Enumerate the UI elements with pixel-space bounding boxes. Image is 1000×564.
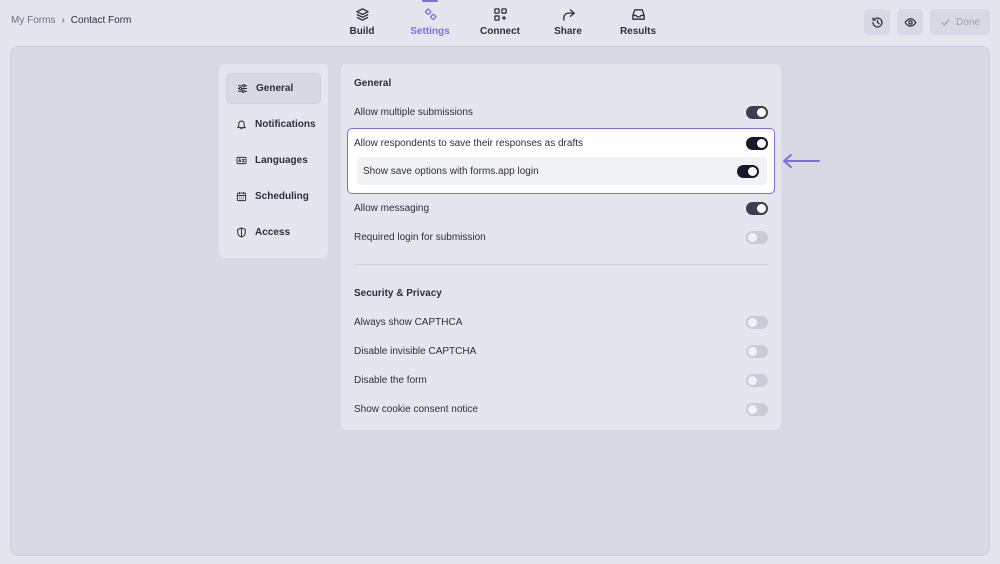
toggle-switch[interactable] bbox=[746, 201, 768, 215]
sidebar-item-label: Languages bbox=[255, 155, 308, 166]
breadcrumb-current: Contact Form bbox=[70, 15, 132, 26]
toggle-switch[interactable] bbox=[737, 164, 759, 178]
security-section-title: Security & Privacy bbox=[354, 288, 442, 299]
bell-icon bbox=[237, 120, 246, 130]
language-icon bbox=[236, 156, 247, 165]
tab-build[interactable]: Build bbox=[337, 0, 387, 46]
setting-always-show-captcha: Always show CAPTHCA bbox=[354, 312, 768, 332]
tab-share-label: Share bbox=[554, 26, 582, 37]
settings-sidebar: General Notifications Languages Scheduli… bbox=[219, 64, 328, 258]
tab-build-label: Build bbox=[349, 26, 375, 37]
toggle-switch[interactable] bbox=[746, 402, 768, 416]
setting-allow-messaging: Allow messaging bbox=[354, 198, 768, 218]
setting-disable-invisible-captcha: Disable invisible CAPTCHA bbox=[354, 341, 768, 361]
section-divider bbox=[354, 264, 768, 265]
toggle-switch[interactable] bbox=[746, 344, 768, 358]
setting-label: Disable invisible CAPTCHA bbox=[354, 345, 477, 357]
setting-save-drafts: Allow respondents to save their response… bbox=[354, 133, 768, 153]
toggle-switch[interactable] bbox=[746, 315, 768, 329]
sidebar-item-label: Notifications bbox=[255, 119, 316, 130]
setting-save-options-login: Show save options with forms.app login bbox=[357, 157, 767, 185]
done-label: Done bbox=[956, 16, 980, 28]
toggle-switch[interactable] bbox=[746, 373, 768, 387]
setting-disable-form: Disable the form bbox=[354, 370, 768, 390]
tab-share[interactable]: Share bbox=[527, 0, 609, 46]
check-icon bbox=[941, 18, 950, 26]
toggle-switch[interactable] bbox=[746, 136, 768, 150]
setting-label: Show cookie consent notice bbox=[354, 403, 478, 415]
setting-allow-multiple-submissions: Allow multiple submissions bbox=[354, 102, 768, 122]
history-button[interactable] bbox=[864, 9, 890, 35]
setting-label: Allow multiple submissions bbox=[354, 106, 473, 118]
tab-connect-label: Connect bbox=[480, 26, 520, 37]
general-section-title: General bbox=[354, 78, 392, 89]
inbox-icon bbox=[631, 9, 645, 20]
tab-results-label: Results bbox=[619, 26, 657, 37]
done-button[interactable]: Done bbox=[930, 9, 990, 35]
tab-settings-label: Settings bbox=[410, 26, 450, 37]
tab-settings[interactable]: Settings bbox=[387, 0, 473, 46]
setting-label: Allow respondents to save their response… bbox=[354, 137, 584, 149]
main-tabs: Build Settings Connect Share Results bbox=[337, 0, 667, 46]
setting-label: Always show CAPTHCA bbox=[354, 316, 463, 328]
sidebar-item-label: Access bbox=[255, 227, 291, 238]
tab-connect[interactable]: Connect bbox=[473, 0, 527, 46]
sidebar-item-languages[interactable]: Languages bbox=[226, 145, 321, 176]
sidebar-item-label: General bbox=[256, 83, 294, 94]
setting-label: Required login for submission bbox=[354, 231, 486, 243]
pointer-arrow-icon bbox=[783, 154, 820, 168]
layers-icon bbox=[355, 8, 369, 21]
breadcrumb-separator: › bbox=[61, 15, 65, 26]
gears-icon bbox=[424, 8, 437, 21]
breadcrumb-root[interactable]: My Forms bbox=[11, 15, 55, 26]
sidebar-item-label: Scheduling bbox=[255, 191, 309, 202]
setting-label: Disable the form bbox=[354, 374, 427, 386]
setting-required-login: Required login for submission bbox=[354, 227, 768, 247]
grid-plus-icon bbox=[493, 8, 507, 21]
setting-label: Allow messaging bbox=[354, 202, 430, 214]
highlighted-drafts-setting: Allow respondents to save their response… bbox=[347, 128, 775, 194]
tab-results[interactable]: Results bbox=[609, 0, 667, 46]
calendar-icon bbox=[236, 192, 247, 202]
sidebar-item-general[interactable]: General bbox=[226, 73, 321, 104]
top-bar: My Forms › Contact Form Build Settings C… bbox=[0, 0, 1000, 46]
sliders-icon bbox=[237, 84, 248, 93]
toggle-switch[interactable] bbox=[746, 105, 768, 119]
toggle-switch[interactable] bbox=[746, 230, 768, 244]
sidebar-item-access[interactable]: Access bbox=[226, 217, 321, 248]
eye-icon bbox=[904, 17, 916, 27]
sidebar-item-scheduling[interactable]: Scheduling bbox=[226, 181, 321, 212]
share-arrow-icon bbox=[562, 9, 575, 21]
history-icon bbox=[871, 16, 883, 28]
setting-cookie-consent: Show cookie consent notice bbox=[354, 399, 768, 419]
sidebar-item-notifications[interactable]: Notifications bbox=[226, 109, 321, 140]
preview-button[interactable] bbox=[897, 9, 923, 35]
setting-label: Show save options with forms.app login bbox=[363, 165, 539, 177]
settings-card: General Allow multiple submissions Allow… bbox=[341, 64, 781, 430]
breadcrumb: My Forms › Contact Form bbox=[11, 15, 131, 26]
shield-icon bbox=[237, 227, 246, 238]
